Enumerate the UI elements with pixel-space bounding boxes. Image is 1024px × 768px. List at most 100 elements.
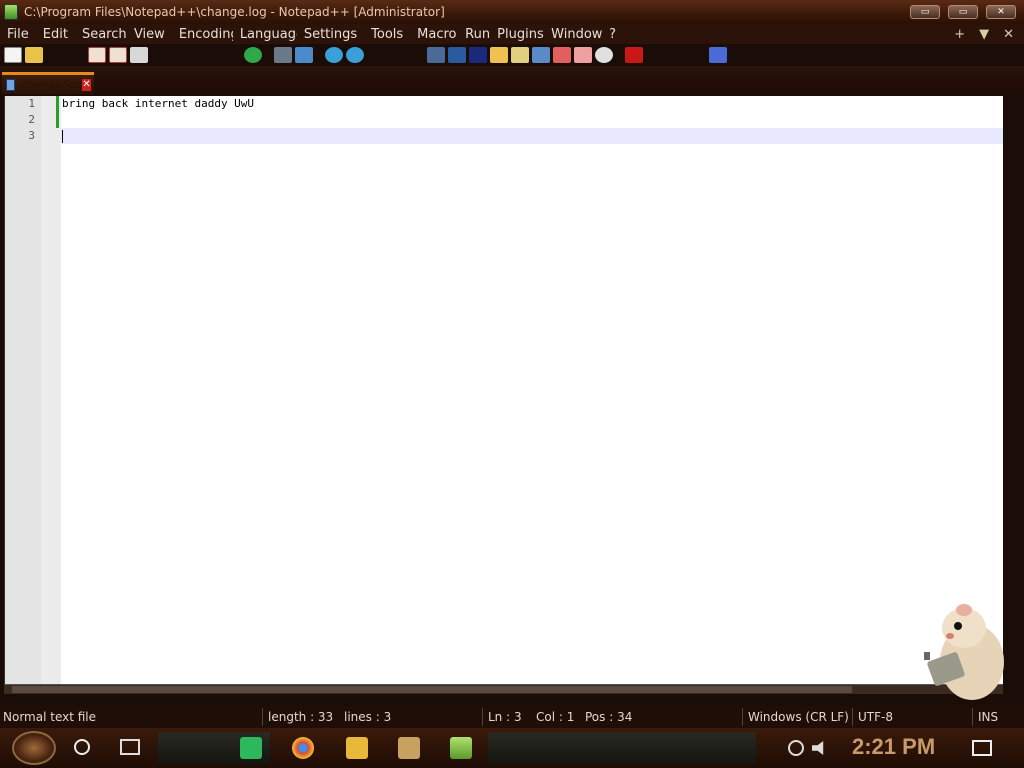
maximize-button[interactable]: ▭ — [948, 5, 978, 19]
status-length: length : 33 — [268, 710, 334, 724]
cut-icon[interactable] — [160, 47, 178, 63]
find-icon[interactable] — [274, 47, 292, 63]
zoom-in-icon[interactable] — [325, 47, 343, 63]
menu-file[interactable]: File — [0, 27, 36, 42]
line-number-gutter: 1 2 3 — [5, 96, 41, 684]
taskbar-clock[interactable]: 2:21 PM — [852, 734, 935, 760]
menu-right-controls: + ▼ ✕ — [954, 27, 1024, 42]
taskbar: 2:21 PM — [0, 728, 1024, 768]
tab-label: change.log — [21, 78, 83, 91]
status-position: Pos : 34 — [585, 710, 633, 724]
save-icon[interactable] — [46, 47, 64, 63]
network-globe-icon[interactable] — [788, 740, 804, 756]
menu-plugins[interactable]: Plugins — [490, 27, 544, 42]
replace-icon[interactable] — [295, 47, 313, 63]
menu-window[interactable]: Window — [544, 27, 602, 42]
notepad-plus-plus-icon — [4, 4, 18, 20]
current-line-highlight — [61, 128, 1004, 144]
menu-run[interactable]: Run — [458, 27, 490, 42]
sync-scroll-icon[interactable] — [376, 47, 394, 63]
status-encoding[interactable]: UTF-8 — [858, 710, 893, 724]
word-wrap-icon[interactable] — [427, 47, 445, 63]
save-all-icon[interactable] — [67, 47, 85, 63]
function-list-icon[interactable] — [532, 47, 550, 63]
status-line: Ln : 3 — [488, 710, 522, 724]
saved-file-icon — [6, 78, 16, 91]
tab-list-down-icon[interactable]: ▼ — [979, 27, 989, 42]
paste-icon[interactable] — [202, 47, 220, 63]
window-frame-right — [1003, 96, 1024, 706]
notification-center-icon[interactable] — [972, 740, 992, 756]
folder-as-workspace-icon[interactable] — [553, 47, 571, 63]
stop-recording-icon[interactable] — [646, 47, 664, 63]
status-column: Col : 1 — [536, 710, 575, 724]
change-history-marker — [56, 96, 59, 128]
cortana-search-icon[interactable] — [74, 739, 90, 755]
title-bar: C:\Program Files\Notepad++\change.log - … — [0, 0, 1024, 24]
menu-bar: File Edit Search View Encoding Language … — [0, 24, 1024, 44]
tab-close-icon[interactable]: ✕ — [82, 78, 91, 91]
chat-app-icon[interactable] — [240, 737, 262, 759]
menu-search[interactable]: Search — [75, 27, 127, 42]
close-doc-icon[interactable]: ✕ — [1003, 27, 1014, 42]
volume-muted-icon[interactable] — [812, 741, 824, 755]
scrollbar-thumb[interactable] — [12, 686, 852, 693]
line-number: 2 — [28, 113, 35, 126]
redo-icon[interactable] — [244, 47, 262, 63]
close-file-icon[interactable] — [88, 47, 106, 63]
new-tab-plus-icon[interactable]: + — [954, 27, 965, 42]
editor-area[interactable]: 1 2 3 bring back internet daddy UwU — [4, 96, 1004, 684]
menu-help[interactable]: ? — [602, 27, 623, 42]
chrome-icon[interactable] — [292, 737, 314, 759]
code-line[interactable]: bring back internet daddy UwU — [62, 97, 254, 110]
taskbar-running-area — [488, 732, 756, 764]
zoom-out-icon[interactable] — [346, 47, 364, 63]
fold-margin — [41, 96, 61, 684]
save-macro-icon[interactable] — [709, 47, 727, 63]
copy-icon[interactable] — [181, 47, 199, 63]
file-explorer-icon[interactable] — [346, 737, 368, 759]
close-all-icon[interactable] — [109, 47, 127, 63]
menu-view[interactable]: View — [127, 27, 172, 42]
window-title: C:\Program Files\Notepad++\change.log - … — [24, 5, 445, 19]
status-eol[interactable]: Windows (CR LF) — [748, 710, 849, 724]
notepad-plus-plus-taskbar-icon[interactable] — [450, 737, 472, 759]
status-insert-mode[interactable]: INS — [978, 710, 998, 724]
play-multiple-icon[interactable] — [688, 47, 706, 63]
menu-settings[interactable]: Settings — [297, 27, 364, 42]
status-lines: lines : 3 — [344, 710, 392, 724]
udl-icon[interactable] — [490, 47, 508, 63]
menu-encoding[interactable]: Encoding — [172, 27, 233, 42]
monitoring-icon[interactable] — [595, 47, 613, 63]
status-file-type: Normal text file — [3, 710, 97, 724]
doc-map-icon[interactable] — [511, 47, 529, 63]
sync-h-scroll-icon[interactable] — [397, 47, 415, 63]
close-button[interactable]: ✕ — [986, 5, 1016, 19]
hamster-desktop-pet — [924, 604, 1004, 700]
text-caret — [62, 130, 63, 143]
open-file-icon[interactable] — [25, 47, 43, 63]
horizontal-scrollbar[interactable] — [4, 684, 1003, 694]
new-file-icon[interactable] — [4, 47, 22, 63]
menu-macro[interactable]: Macro — [410, 27, 458, 42]
tab-bar: change.log ✕ — [0, 66, 1024, 95]
start-button[interactable] — [12, 731, 56, 765]
tab-change-log[interactable]: change.log ✕ — [2, 72, 94, 94]
menu-language[interactable]: Language — [233, 27, 297, 42]
play-macro-icon[interactable] — [667, 47, 685, 63]
indent-guide-icon[interactable] — [469, 47, 487, 63]
menu-edit[interactable]: Edit — [36, 27, 75, 42]
minimize-button[interactable]: ▭ — [910, 5, 940, 19]
task-view-icon[interactable] — [120, 739, 140, 755]
doc-switcher-icon[interactable] — [574, 47, 592, 63]
undo-icon[interactable] — [223, 47, 241, 63]
print-icon[interactable] — [130, 47, 148, 63]
toolbar — [0, 44, 1024, 66]
image-app-icon[interactable] — [398, 737, 420, 759]
status-bar: Normal text file length : 33 lines : 3 L… — [0, 706, 1024, 728]
menu-tools[interactable]: Tools — [364, 27, 410, 42]
show-all-chars-icon[interactable] — [448, 47, 466, 63]
line-number: 3 — [28, 129, 35, 142]
line-number: 1 — [28, 97, 35, 110]
record-macro-icon[interactable] — [625, 47, 643, 63]
